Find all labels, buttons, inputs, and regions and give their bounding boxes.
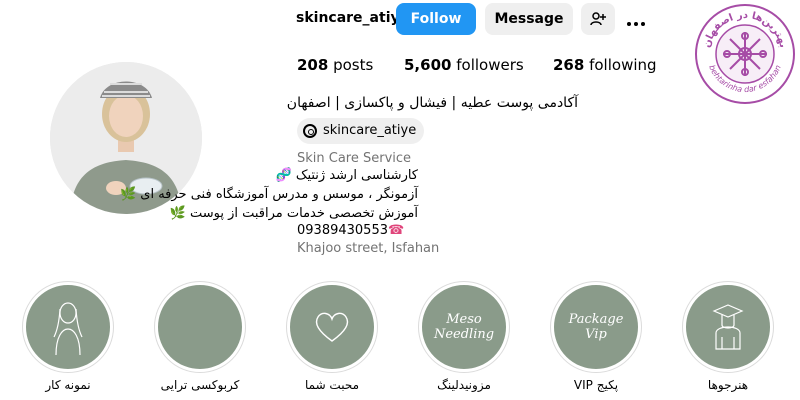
follow-button[interactable]: Follow bbox=[396, 3, 476, 35]
brand-logo: بهترین‌ها در اصفهان behtarinha dar esfah… bbox=[693, 2, 797, 106]
highlight-label: مزونیدلینگ bbox=[437, 378, 491, 392]
threads-icon bbox=[303, 124, 317, 138]
highlight-cover[interactable] bbox=[155, 282, 245, 372]
highlight-cover[interactable] bbox=[23, 282, 113, 372]
profile-category: Skin Care Service bbox=[297, 151, 412, 166]
suggest-user-button[interactable] bbox=[581, 3, 615, 35]
posts-stat: 208 posts bbox=[297, 56, 373, 74]
telephone-icon: ☎ bbox=[387, 223, 405, 238]
bio-line-teacher-text: آزمونگر ، موسس و مدرس آموزشگاه فنی حرفه … bbox=[140, 187, 418, 202]
leaf-icon: 🌿 bbox=[169, 206, 186, 221]
highlight-vip-package[interactable]: Package Vip پکیج VIP bbox=[546, 282, 646, 392]
dna-icon: 🧬 bbox=[275, 168, 292, 183]
highlight-cover[interactable] bbox=[287, 282, 377, 372]
following-label: following bbox=[589, 56, 657, 74]
highlight-cover[interactable]: Package Vip bbox=[551, 282, 641, 372]
bio-line-teacher: آزمونگر ، موسس و مدرس آموزشگاه فنی حرفه … bbox=[120, 186, 418, 203]
bio-line-degree-text: کارشناسی ارشد ژنتیک bbox=[295, 168, 418, 183]
highlight-your-kindness[interactable]: محبت شما bbox=[282, 282, 382, 392]
meso-text: Meso bbox=[446, 312, 482, 327]
bio-phone[interactable]: 09389430553☎ bbox=[297, 222, 404, 239]
highlight-carboxytherapy[interactable]: کربوکسی ترایی bbox=[150, 282, 250, 392]
posts-count: 208 bbox=[297, 56, 329, 74]
bio-line-degree: کارشناسی ارشد ژنتیک 🧬 bbox=[275, 167, 418, 184]
bio-line-training-text: آموزش تخصصی خدمات مراقبت از پوست bbox=[189, 206, 418, 221]
followers-count: 5,600 bbox=[404, 56, 452, 74]
highlight-portfolio[interactable]: نمونه کار bbox=[18, 282, 118, 392]
message-button[interactable]: Message bbox=[485, 3, 573, 35]
highlight-label: محبت شما bbox=[304, 378, 360, 392]
highlight-cover[interactable]: Meso Needling bbox=[419, 282, 509, 372]
highlight-label: کربوکسی ترایی bbox=[160, 378, 240, 392]
highlight-mesoneedling[interactable]: Meso Needling مزونیدلینگ bbox=[414, 282, 514, 392]
needling-text: Needling bbox=[433, 327, 495, 342]
more-options-icon[interactable] bbox=[627, 11, 651, 26]
package-text: Package bbox=[568, 312, 624, 327]
graduates-icon bbox=[712, 304, 744, 350]
posts-label: posts bbox=[333, 56, 374, 74]
profile-full-name: آکادمی پوست عطیه | فیشال و پاکسازی | اصف… bbox=[286, 95, 578, 111]
highlight-label: پکیج VIP bbox=[573, 378, 619, 392]
highlight-cover[interactable] bbox=[683, 282, 773, 372]
bio-address: Khajoo street, Isfahan bbox=[297, 241, 440, 256]
add-user-icon bbox=[590, 12, 606, 26]
heart-icon bbox=[315, 312, 349, 342]
leaf-icon: 🌿 bbox=[119, 187, 137, 202]
threads-link[interactable]: skincare_atiye bbox=[297, 118, 425, 144]
phone-number: 09389430553 bbox=[297, 223, 388, 238]
highlight-label: نمونه کار bbox=[45, 378, 91, 392]
bio-line-training: آموزش تخصصی خدمات مراقبت از پوست 🌿 bbox=[170, 205, 418, 222]
following-stat[interactable]: 268 following bbox=[553, 56, 657, 74]
profile-username: skincare_atiye bbox=[296, 10, 410, 26]
followers-stat[interactable]: 5,600 followers bbox=[404, 56, 524, 74]
highlight-label: هنرجوها bbox=[707, 378, 749, 392]
vip-text: Vip bbox=[585, 327, 607, 342]
threads-handle: skincare_atiye bbox=[323, 123, 417, 138]
following-count: 268 bbox=[553, 56, 585, 74]
highlight-students[interactable]: هنرجوها bbox=[678, 282, 778, 392]
woman-silhouette-icon bbox=[53, 302, 83, 356]
followers-label: followers bbox=[456, 56, 524, 74]
